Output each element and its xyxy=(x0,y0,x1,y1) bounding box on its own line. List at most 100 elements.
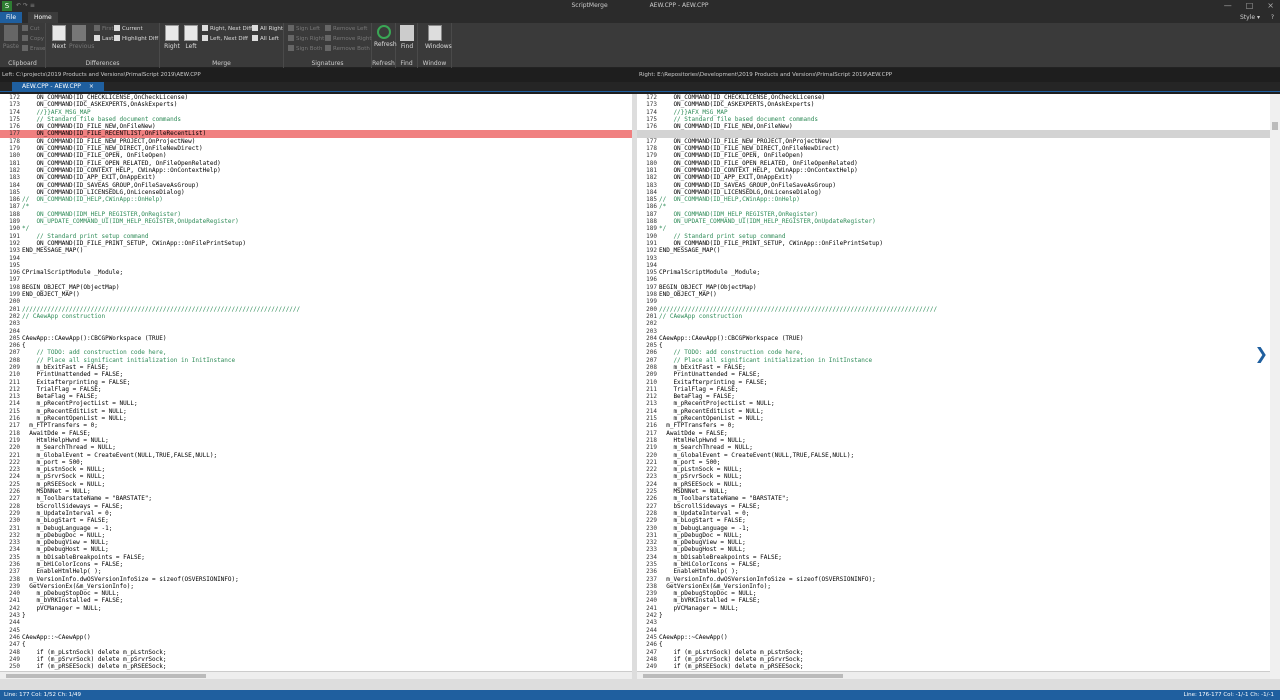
windows-button[interactable]: Windows xyxy=(425,25,452,50)
code-line[interactable]: 220 m_SearchThread = NULL; xyxy=(0,444,632,451)
code-line[interactable]: 187/* xyxy=(0,203,632,210)
right-next-diff-button[interactable]: Right, Next Diff xyxy=(202,25,252,34)
code-line[interactable]: 217 AwaitDde = FALSE; xyxy=(637,430,1270,437)
code-line[interactable]: 227 m_ToolbarstateName = "BARSTATE"; xyxy=(0,495,632,502)
code-line[interactable]: 185 ON_COMMAND(ID_LICENSEDLG,OnLicenseDi… xyxy=(0,189,632,196)
code-line[interactable]: 188 ON_COMMAND(IDM_HELP_REGISTER,OnRegis… xyxy=(0,211,632,218)
code-line[interactable]: 180 ON_COMMAND(ID_FILE_OPEN, OnFileOpen) xyxy=(0,152,632,159)
first-button[interactable]: First xyxy=(94,25,114,34)
left-next-diff-button[interactable]: Left, Next Diff xyxy=(202,35,248,44)
code-line[interactable]: 189 ON_UPDATE_COMMAND_UI(IDM_HELP_REGIST… xyxy=(0,218,632,225)
code-line[interactable]: 231 m_pDebugDoc = NULL; xyxy=(637,532,1270,539)
code-line[interactable]: 194 xyxy=(0,255,632,262)
code-line[interactable]: 238 m_VersionInfo.dwOSVersionInfoSize = … xyxy=(0,576,632,583)
code-line[interactable]: 178 ON_COMMAND(ID_FILE_NEW_PROJECT,OnPro… xyxy=(0,138,632,145)
code-line[interactable]: 176 ON_COMMAND(ID_FILE_NEW,OnFileNew) xyxy=(0,123,632,130)
code-line[interactable]: 241 m_bVRKInstalled = FALSE; xyxy=(0,597,632,604)
code-line[interactable]: 199 xyxy=(637,298,1270,305)
code-line[interactable]: 192 END_MESSAGE_MAP() xyxy=(637,247,1270,254)
paste-button[interactable]: Paste xyxy=(1,25,21,50)
remove-right-button[interactable]: Remove Right xyxy=(325,35,372,44)
code-line[interactable]: 206 // TODO: add construction code here, xyxy=(637,349,1270,356)
code-line[interactable]: 173 ON_COMMAND(IDC_ASKEXPERTS,OnAskExper… xyxy=(0,101,632,108)
code-line[interactable]: 174 //}}AFX_MSG_MAP xyxy=(0,109,632,116)
code-line[interactable]: 209 m_bExitFast = FALSE; xyxy=(0,364,632,371)
code-line[interactable]: 222 m_port = 500; xyxy=(0,459,632,466)
minimize-icon[interactable]: — xyxy=(1224,1,1232,10)
code-line[interactable]: 237 EnableHtmlHelp( ); xyxy=(0,568,632,575)
code-line[interactable]: 229 m_bLogStart = FALSE; xyxy=(637,517,1270,524)
code-line[interactable]: 174 //}}AFX_MSG_MAP xyxy=(637,109,1270,116)
code-line[interactable]: 185// ON_COMMAND(ID_HELP,CWinApp::OnHelp… xyxy=(637,196,1270,203)
code-line[interactable]: 213 BetaFlag = FALSE; xyxy=(0,393,632,400)
code-line[interactable]: 218 AwaitDde = FALSE; xyxy=(0,430,632,437)
left-code-pane[interactable]: 172 ON_COMMAND(ID_CHECKLICENSE,OnCheckLi… xyxy=(0,94,632,679)
merge-left-button[interactable]: Left xyxy=(181,25,201,50)
code-line[interactable]: 215 m_pRecentOpenList = NULL; xyxy=(637,415,1270,422)
doc-tab-aew[interactable]: AEW.CPP - AEW.CPP × xyxy=(12,82,104,92)
refresh-button[interactable]: Refresh xyxy=(374,25,397,48)
code-line[interactable]: 244 xyxy=(637,627,1270,634)
cut-button[interactable]: Cut xyxy=(22,25,39,34)
code-line[interactable]: 249 if (m_pSrvrSock) delete m_pSrvrSock; xyxy=(0,656,632,663)
close-icon[interactable]: × xyxy=(1267,1,1274,10)
code-line[interactable]: 235 m_bDisableBreakpoints = FALSE; xyxy=(0,554,632,561)
code-line[interactable]: 199 END_OBJECT_MAP() xyxy=(0,291,632,298)
code-line[interactable]: 204 CAewApp::CAewApp():CBCGPWorkspace (TR… xyxy=(637,335,1270,342)
merge-right-button[interactable]: Right xyxy=(162,25,182,50)
code-line[interactable]: 192 ON_COMMAND(ID_FILE_PRINT_SETUP, CWin… xyxy=(0,240,632,247)
code-line[interactable]: 240 m_pDebugStopDoc = NULL; xyxy=(0,590,632,597)
code-line[interactable]: 197 xyxy=(0,276,632,283)
vertical-scrollbar[interactable] xyxy=(1270,94,1280,679)
code-line[interactable]: 243 xyxy=(637,619,1270,626)
tab-home[interactable]: Home xyxy=(28,12,58,23)
code-line[interactable]: 184 ON_COMMAND(ID_SAVEAS_GROUP,OnFileSav… xyxy=(0,182,632,189)
code-line[interactable]: 200 xyxy=(0,298,632,305)
all-right-button[interactable]: All Right xyxy=(252,25,283,34)
code-line[interactable]: 182 ON_COMMAND(ID_APP_EXIT,OnAppExit) xyxy=(637,174,1270,181)
code-line[interactable]: 208 // Place all significant initializat… xyxy=(0,357,632,364)
code-line[interactable]: 223 m_pLstnSock = NULL; xyxy=(0,466,632,473)
code-line[interactable]: 246{ xyxy=(637,641,1270,648)
code-line[interactable]: 225 MSDNNet = NULL; xyxy=(637,488,1270,495)
code-line[interactable]: 238 GetVersionEx(&m_VersionInfo); xyxy=(637,583,1270,590)
code-line[interactable]: 202 xyxy=(637,320,1270,327)
sign-left-button[interactable]: Sign Left xyxy=(288,25,320,34)
code-line[interactable]: 195 CPrimalScriptModule _Module; xyxy=(637,269,1270,276)
code-line[interactable]: 190 // Standard print setup command xyxy=(637,233,1270,240)
code-line[interactable]: 209 PrintUnattended = FALSE; xyxy=(637,371,1270,378)
code-line[interactable]: 214 m_pRecentProjectList = NULL; xyxy=(0,400,632,407)
code-line[interactable]: 211 Exitafterprinting = FALSE; xyxy=(0,379,632,386)
code-line[interactable]: 204 xyxy=(0,328,632,335)
code-line[interactable]: 198 BEGIN_OBJECT_MAP(ObjectMap) xyxy=(0,284,632,291)
code-line[interactable]: 217 m_FTPTransfers = 0; xyxy=(0,422,632,429)
code-line[interactable]: 218 HtmlHelpHwnd = NULL; xyxy=(637,437,1270,444)
next-button[interactable]: Next xyxy=(49,25,69,50)
code-line[interactable]: 191 ON_COMMAND(ID_FILE_PRINT_SETUP, CWin… xyxy=(637,240,1270,247)
code-line[interactable]: 210 Exitafterprinting = FALSE; xyxy=(637,379,1270,386)
code-line[interactable]: 248 if (m_pLstnSock) delete m_pLstnSock; xyxy=(0,649,632,656)
code-line[interactable]: 181 ON_COMMAND(ID_CONTEXT_HELP, CWinApp:… xyxy=(637,167,1270,174)
code-line[interactable]: 233 m_pDebugView = NULL; xyxy=(0,539,632,546)
help-button[interactable]: ? xyxy=(1271,14,1274,21)
code-line[interactable]: 177 ON_COMMAND(ID_FILE_RECENTLIST,OnFile… xyxy=(0,130,632,138)
code-line[interactable]: 229 m_UpdateInterval = 0; xyxy=(0,510,632,517)
code-line[interactable]: 186// ON_COMMAND(ID_HELP,CWinApp::OnHelp… xyxy=(0,196,632,203)
code-line[interactable]: 222 m_pLstnSock = NULL; xyxy=(637,466,1270,473)
code-line[interactable]: 243} xyxy=(0,612,632,619)
code-line[interactable]: 231 m_DebugLanguage = -1; xyxy=(0,525,632,532)
code-line[interactable]: 225 m_pRSEESock = NULL; xyxy=(0,481,632,488)
code-line[interactable]: 188 ON_UPDATE_COMMAND_UI(IDM_HELP_REGIST… xyxy=(637,218,1270,225)
code-line[interactable]: 191 // Standard print setup command xyxy=(0,233,632,240)
code-line[interactable]: 219 HtmlHelpHwnd = NULL; xyxy=(0,437,632,444)
code-line[interactable]: 179 ON_COMMAND(ID_FILE_NEW_DIRECT,OnFile… xyxy=(0,145,632,152)
code-line[interactable]: 183 ON_COMMAND(ID_APP_EXIT,OnAppExit) xyxy=(0,174,632,181)
code-line[interactable]: 227 bScrollSideways = FALSE; xyxy=(637,503,1270,510)
code-line[interactable]: 184 ON_COMMAND(ID_LICENSEDLG,OnLicenseDi… xyxy=(637,189,1270,196)
code-line[interactable]: 245 CAewApp::~CAewApp() xyxy=(637,634,1270,641)
code-line[interactable]: 196 xyxy=(637,276,1270,283)
code-line[interactable]: 241 pVCManager = NULL; xyxy=(637,605,1270,612)
code-line[interactable]: 228 m_UpdateInterval = 0; xyxy=(637,510,1270,517)
code-line[interactable]: 247 if (m_pLstnSock) delete m_pLstnSock; xyxy=(637,649,1270,656)
code-line[interactable]: 189 */ xyxy=(637,225,1270,232)
